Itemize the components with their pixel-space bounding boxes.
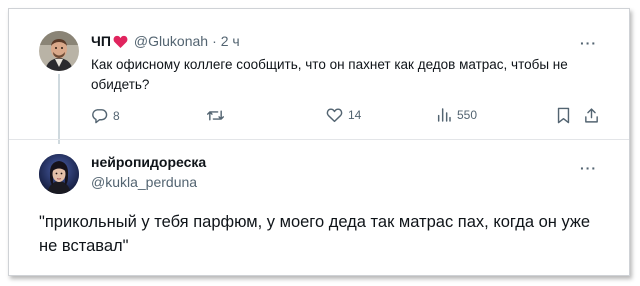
tweet-actions: 8 14 550 — [91, 107, 601, 127]
avatar[interactable] — [39, 154, 79, 194]
bookmark-icon — [556, 107, 571, 124]
avatar-portrait-icon — [39, 31, 79, 71]
reply-count: 8 — [113, 108, 120, 123]
screenshot-frame: ЧП @Glukonah · 2 ч ··· Как офисному колл… — [8, 8, 630, 276]
bookmark-button[interactable] — [556, 107, 571, 124]
retweet-icon — [206, 107, 225, 124]
share-button[interactable] — [584, 107, 599, 124]
reply-icon — [91, 107, 108, 124]
timestamp[interactable]: 2 ч — [221, 33, 240, 49]
more-options-icon[interactable]: ··· — [580, 35, 597, 51]
reply-button[interactable]: 8 — [91, 107, 120, 124]
user-handle[interactable]: @Glukonah — [134, 33, 208, 49]
tweet-header: ЧП @Glukonah · 2 ч — [91, 33, 240, 49]
original-tweet[interactable]: ЧП @Glukonah · 2 ч ··· Как офисному колл… — [9, 9, 629, 144]
like-count: 14 — [348, 108, 362, 122]
reply-tweet[interactable]: нейропидореска @kukla_perduna ··· "прико… — [9, 140, 629, 277]
like-button[interactable]: 14 — [326, 107, 361, 123]
tweet-text: "прикольный у тебя парфюм, у моего деда … — [39, 213, 591, 255]
header-separator: · — [212, 33, 217, 49]
red-heart-icon — [113, 35, 128, 48]
share-icon — [584, 107, 599, 124]
avatar[interactable] — [39, 31, 79, 71]
display-name[interactable]: нейропидореска — [91, 154, 206, 170]
thread-line — [58, 74, 60, 144]
tweet-text: Как офисному коллеге сообщить, что он па… — [91, 57, 568, 92]
display-name[interactable]: ЧП — [91, 33, 111, 49]
views-button[interactable]: 550 — [436, 107, 477, 123]
heart-outline-icon — [326, 107, 343, 123]
user-handle[interactable]: @kukla_perduna — [91, 174, 197, 190]
views-count: 550 — [457, 108, 478, 122]
views-chart-icon — [436, 107, 452, 123]
retweet-button[interactable] — [206, 107, 230, 124]
more-options-icon[interactable]: ··· — [580, 160, 597, 176]
avatar-portrait-icon — [39, 154, 79, 194]
